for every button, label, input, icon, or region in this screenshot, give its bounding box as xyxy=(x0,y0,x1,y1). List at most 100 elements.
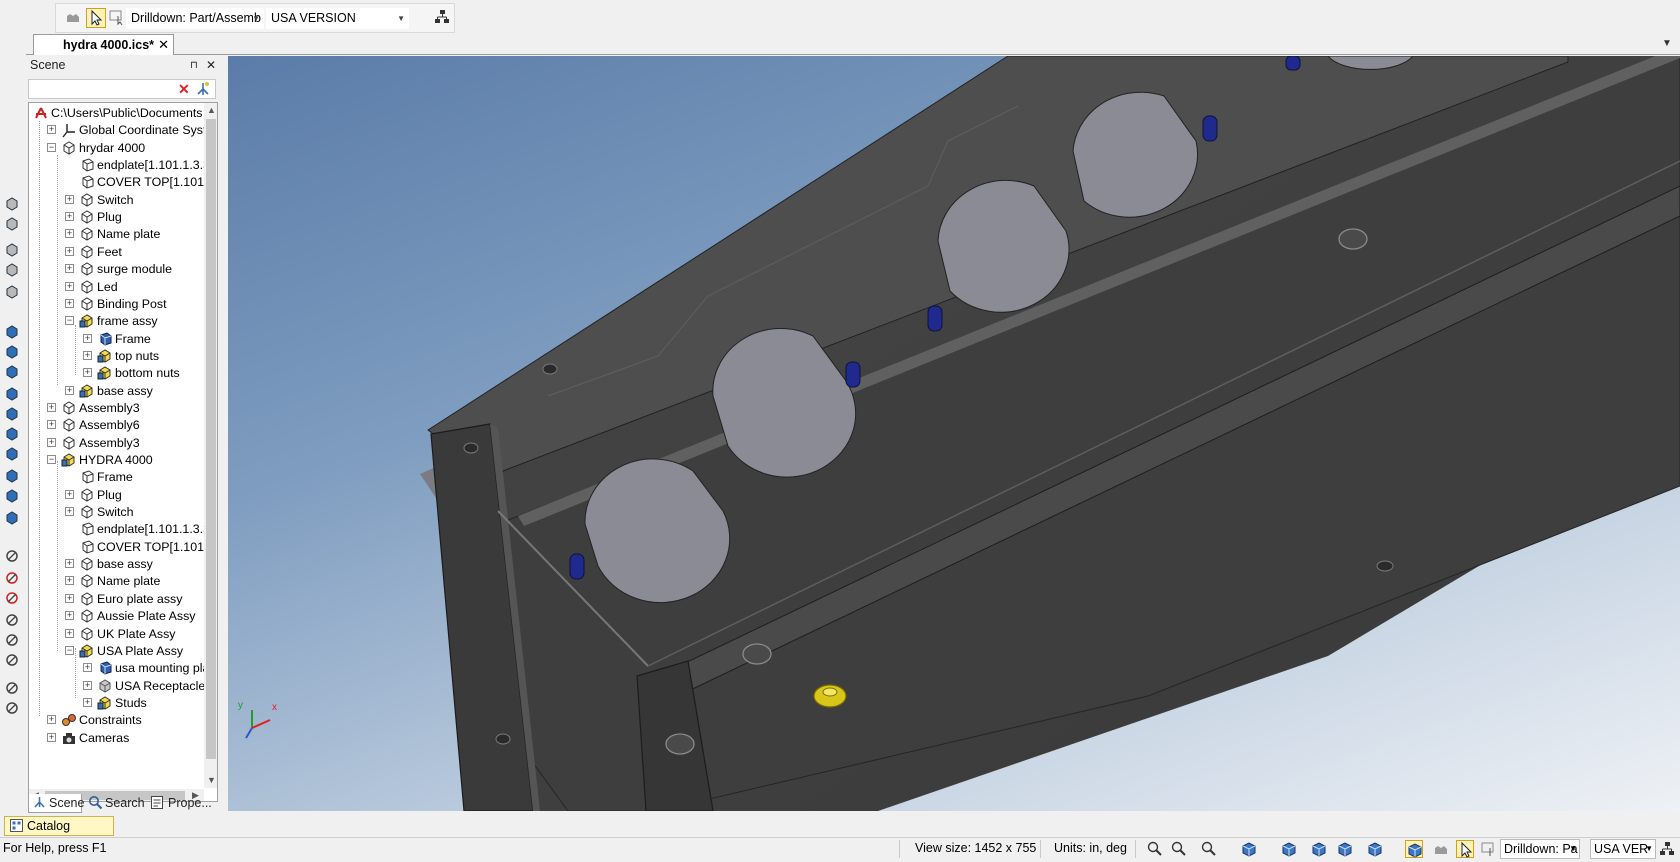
tree-item[interactable]: + Frame xyxy=(29,330,207,348)
expand-icon[interactable]: + xyxy=(83,663,92,673)
drilldown-select[interactable]: Drilldown: Part/Assemb ▼ xyxy=(126,8,264,29)
expand-icon[interactable]: + xyxy=(65,611,74,621)
tree-item[interactable]: + Global Coordinate System xyxy=(29,121,207,139)
collapse-icon[interactable]: − xyxy=(47,142,56,152)
expand-icon[interactable]: + xyxy=(47,402,56,412)
box-view-icon[interactable] xyxy=(4,324,20,340)
expand-icon[interactable]: + xyxy=(47,437,56,447)
tree-item[interactable]: − USA Plate Assy xyxy=(29,642,207,660)
tree-item[interactable]: + Switch xyxy=(29,191,207,209)
expand-icon[interactable]: + xyxy=(65,246,74,256)
status-version-select[interactable]: USA VER ▼ xyxy=(1590,839,1656,859)
tree-item[interactable]: endplate[1.101.1.3.3. xyxy=(29,156,207,174)
layer-icon[interactable] xyxy=(4,196,20,212)
expand-icon[interactable]: + xyxy=(83,368,92,378)
frame-select-icon[interactable] xyxy=(1366,840,1384,858)
tree-item[interactable]: + Assembly3 xyxy=(29,399,207,417)
tree-item[interactable]: + Name plate xyxy=(29,572,207,590)
box-view-icon[interactable] xyxy=(4,468,20,484)
expand-icon[interactable]: + xyxy=(65,229,74,239)
tree-item[interactable]: C:\Users\Public\Documents xyxy=(29,104,207,122)
tree-item[interactable]: + Aussie Plate Assy xyxy=(29,607,207,625)
expand-icon[interactable]: + xyxy=(47,125,56,135)
tree-item[interactable]: + Euro plate assy xyxy=(29,590,207,608)
expand-icon[interactable]: + xyxy=(65,489,74,499)
expand-icon[interactable]: + xyxy=(65,385,74,395)
box-view-icon[interactable] xyxy=(4,344,20,360)
camera-view-icon[interactable] xyxy=(4,570,20,586)
expand-icon[interactable]: + xyxy=(83,697,92,707)
tree-item[interactable]: + base assy xyxy=(29,382,207,400)
render-mode-icon[interactable] xyxy=(1280,840,1298,858)
status-drilldown-select[interactable]: Drilldown: Pa ▼ xyxy=(1500,839,1580,859)
box-view-icon[interactable] xyxy=(4,406,20,422)
tree-item[interactable]: + usa mounting plate xyxy=(29,659,207,677)
expand-icon[interactable]: + xyxy=(83,680,92,690)
box-view-icon[interactable] xyxy=(4,446,20,462)
tab-scene[interactable]: Scene xyxy=(28,794,84,813)
hierarchy-icon[interactable] xyxy=(433,8,453,28)
expand-icon[interactable]: + xyxy=(83,350,92,360)
expand-icon[interactable]: + xyxy=(83,333,92,343)
scroll-up-icon[interactable]: ▲ xyxy=(207,105,216,115)
cad-model-render[interactable] xyxy=(228,56,1680,811)
filter-tree-icon[interactable] xyxy=(196,81,210,100)
clear-filter-icon[interactable]: ✕ xyxy=(178,81,190,98)
curve-icon[interactable] xyxy=(4,680,20,696)
tree-item[interactable]: + Plug xyxy=(29,208,207,226)
grab-hand-icon[interactable] xyxy=(64,8,84,28)
tree-item[interactable]: + Led xyxy=(29,278,207,296)
tree-item[interactable]: − frame assy xyxy=(29,312,207,330)
expand-icon[interactable]: + xyxy=(47,715,56,725)
expand-icon[interactable]: + xyxy=(65,212,74,222)
pin-icon[interactable]: ⊓ xyxy=(190,55,198,76)
select-arrow-icon[interactable] xyxy=(1456,840,1474,858)
select-arrow-icon[interactable] xyxy=(86,8,106,28)
tree-item[interactable]: endplate[1.101.1.3.3. xyxy=(29,520,207,538)
tree-item[interactable]: + bottom nuts xyxy=(29,364,207,382)
expand-icon[interactable]: + xyxy=(47,420,56,430)
tree-item[interactable]: + surge module xyxy=(29,260,207,278)
tree-item[interactable]: COVER TOP[1.101.3] xyxy=(29,173,207,191)
selection-mode-icon[interactable] xyxy=(1405,840,1423,858)
collapse-icon[interactable]: − xyxy=(65,645,74,655)
expand-icon[interactable]: + xyxy=(65,298,74,308)
expand-icon[interactable]: + xyxy=(65,576,74,586)
view-cube-icon[interactable] xyxy=(1240,840,1258,858)
no-entry-icon[interactable] xyxy=(4,652,20,668)
layer-icon[interactable] xyxy=(4,284,20,300)
grab-hand-icon[interactable] xyxy=(1432,840,1450,858)
layer-icon[interactable] xyxy=(4,216,20,232)
box-view-icon[interactable] xyxy=(4,364,20,380)
tree-item[interactable]: COVER TOP[1.101.3] xyxy=(29,538,207,556)
ruler-icon[interactable] xyxy=(4,700,20,716)
tab-search[interactable]: Search xyxy=(86,794,145,813)
box-view-icon[interactable] xyxy=(4,510,20,526)
expand-icon[interactable]: + xyxy=(65,194,74,204)
expand-icon[interactable]: + xyxy=(47,732,56,742)
zoom-icon[interactable] xyxy=(1170,840,1188,858)
close-panel-icon[interactable]: ✕ xyxy=(206,55,216,76)
collapse-icon[interactable]: − xyxy=(47,455,56,464)
expand-icon[interactable]: + xyxy=(65,264,74,274)
scroll-down-icon[interactable]: ▼ xyxy=(207,775,216,785)
section-icon[interactable] xyxy=(4,590,20,606)
tab-properties[interactable]: Prope... xyxy=(148,794,212,813)
document-tab[interactable]: hydra 4000.ics* ✕ xyxy=(33,34,174,56)
tree-vertical-scrollbar[interactable]: ▲ ▼ xyxy=(204,103,217,788)
tree-item[interactable]: + Assembly3 xyxy=(29,434,207,452)
tree-item[interactable]: + Feet xyxy=(29,243,207,261)
select-window-icon[interactable] xyxy=(1480,840,1498,858)
camera-rotate-icon[interactable] xyxy=(1336,840,1354,858)
tree-item[interactable]: − hrydar 4000 xyxy=(29,139,207,157)
tab-list-chevron-icon[interactable]: ▼ xyxy=(1662,38,1672,49)
3d-viewport[interactable]: y x xyxy=(228,56,1680,811)
catalog-browser-tab[interactable]: Catalog Browser xyxy=(4,816,114,851)
collapse-icon[interactable]: − xyxy=(65,316,74,326)
tree-item[interactable]: + Plug xyxy=(29,486,207,504)
box-view-icon[interactable] xyxy=(4,426,20,442)
expand-icon[interactable]: + xyxy=(65,507,74,517)
expand-icon[interactable]: + xyxy=(65,628,74,638)
tree-item[interactable]: − HYDRA 4000 xyxy=(29,451,207,469)
zoom-options-icon[interactable] xyxy=(1200,840,1218,858)
